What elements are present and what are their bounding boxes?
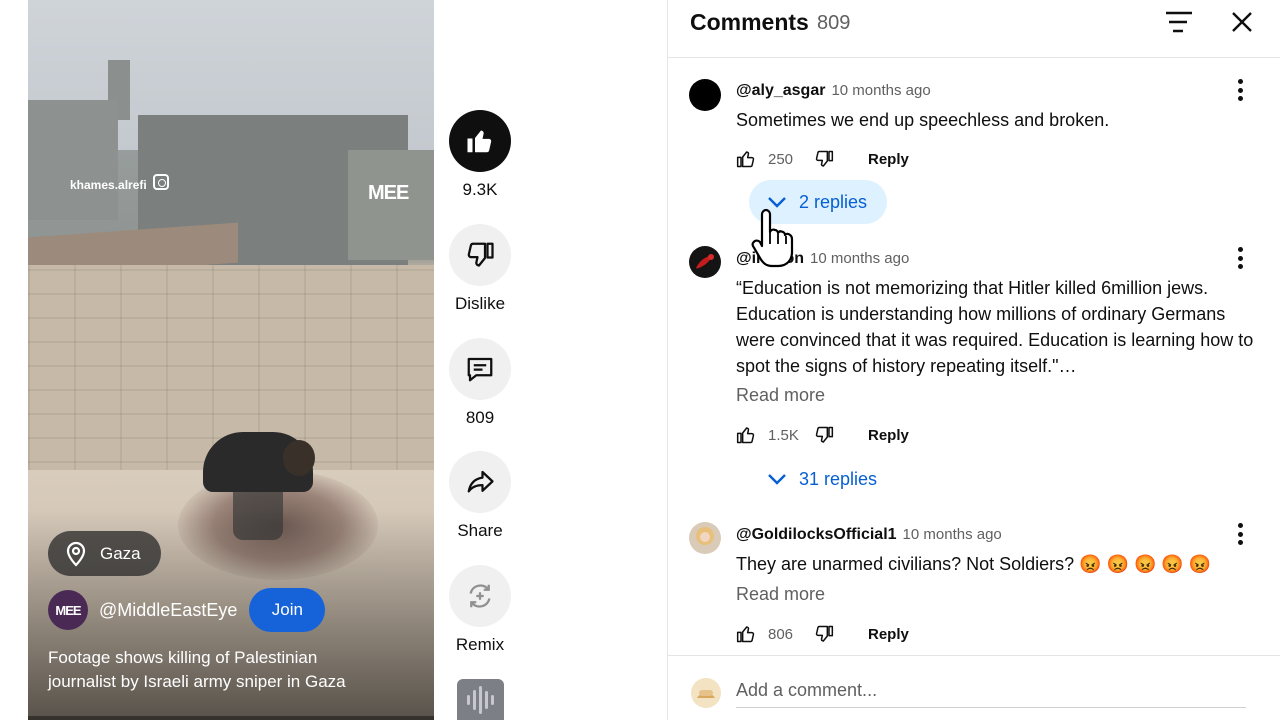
- add-comment-input[interactable]: Add a comment...: [736, 680, 1246, 708]
- channel-name[interactable]: @MiddleEastEye: [99, 600, 237, 621]
- sound-wave-icon: [473, 689, 476, 710]
- progress-bar[interactable]: [28, 716, 434, 720]
- channel-avatar[interactable]: MEE: [48, 590, 88, 630]
- comment-timestamp[interactable]: 10 months ago: [903, 526, 1002, 543]
- user-avatar[interactable]: [691, 678, 721, 708]
- remix-icon: [469, 584, 491, 608]
- replies-count-label: 2 replies: [799, 191, 868, 212]
- sound-wave-icon: [479, 685, 482, 714]
- comment-text-line: “Education is not memorizing that Hitler…: [736, 278, 1209, 298]
- join-button[interactable]: Join: [249, 588, 326, 632]
- video-title-line: journalist by Israeli army sniper in Gaz…: [48, 672, 346, 691]
- thumbs-up-icon[interactable]: [736, 425, 756, 445]
- comment-text-line: spot the signs of history repeating itse…: [736, 356, 1077, 376]
- video-title[interactable]: Footage shows killing of Palestinian jou…: [48, 646, 388, 694]
- comments-button[interactable]: [449, 338, 511, 400]
- video-frame-building: [28, 100, 118, 220]
- video-player[interactable]: khames.alrefi MEE Gaza MEE @MiddleEastEy…: [28, 0, 434, 720]
- thumbs-up-icon: [467, 130, 492, 153]
- dislike-button[interactable]: [449, 224, 511, 286]
- instagram-icon: [153, 174, 169, 190]
- thumbs-down-icon[interactable]: [814, 624, 834, 644]
- comment-actions: 250 Reply: [736, 147, 909, 171]
- comment-timestamp[interactable]: 10 months ago: [810, 250, 909, 267]
- comment-actions: 806 Reply: [736, 622, 909, 646]
- share-arrow-icon: [467, 470, 494, 493]
- comment-avatar[interactable]: [689, 522, 721, 554]
- comment-author[interactable]: @GoldilocksOfficial1: [736, 526, 897, 543]
- comment-meta: @aly_asgar 10 months ago: [736, 82, 931, 100]
- close-icon[interactable]: [1229, 9, 1255, 35]
- reply-button[interactable]: Reply: [868, 151, 909, 168]
- dislike-label: Dislike: [454, 294, 506, 313]
- comments-title: Comments: [690, 9, 809, 35]
- comment-avatar[interactable]: [689, 246, 721, 278]
- remix-label: Remix: [455, 635, 505, 654]
- comment-like-count: 806: [768, 625, 794, 643]
- comment-author[interactable]: @aly_asgar: [736, 82, 825, 99]
- comments-panel: Comments 809 @aly_asgar 10 months ago Som…: [667, 0, 1280, 720]
- comment-actions: 1.5K Reply: [736, 423, 909, 447]
- thumbs-down-icon[interactable]: [814, 149, 834, 169]
- dislike-action: Dislike: [440, 224, 520, 314]
- comments-count: 809: [465, 408, 495, 427]
- thumbs-down-icon: [467, 242, 494, 267]
- video-frame-building: [348, 150, 434, 260]
- comment-text-line: Education is understanding how millions …: [736, 304, 1226, 324]
- comment-text-line: They are unarmed civilians? Not Soldiers…: [736, 554, 1212, 574]
- sound-wave-icon: [467, 694, 470, 705]
- sort-icon[interactable]: [1164, 9, 1194, 35]
- like-count: 9.3K: [462, 180, 498, 199]
- like-button[interactable]: [449, 110, 511, 172]
- comment-icon: [467, 357, 493, 382]
- comment-meta: @GoldilocksOfficial1 10 months ago: [736, 526, 1002, 544]
- comment-like-count: 250: [768, 150, 794, 168]
- location-pin-icon: [62, 540, 90, 568]
- video-frame-person-head: [283, 440, 315, 476]
- sound-wave-icon: [491, 694, 494, 705]
- comment-timestamp[interactable]: 10 months ago: [831, 82, 930, 99]
- comments-count-header: 809: [817, 12, 851, 34]
- comment-more-menu-icon[interactable]: [1236, 523, 1244, 545]
- view-replies-button[interactable]: 31 replies: [749, 457, 897, 501]
- like-action: 9.3K: [440, 110, 520, 200]
- reply-button[interactable]: Reply: [868, 626, 909, 643]
- video-title-line: Footage shows killing of Palestinian: [48, 648, 318, 667]
- comment-like-count: 1.5K: [768, 426, 799, 444]
- comments-action: 809: [440, 338, 520, 428]
- chevron-down-icon: [768, 474, 786, 485]
- comment-more-menu-icon[interactable]: [1236, 247, 1244, 269]
- comment-text-line: Sometimes we end up speechless and broke…: [736, 110, 1110, 130]
- read-more-link[interactable]: Read more: [736, 385, 825, 406]
- reply-button[interactable]: Reply: [868, 427, 909, 444]
- location-label: Gaza: [100, 543, 141, 563]
- share-action: Share: [440, 451, 520, 541]
- thumbs-up-icon[interactable]: [736, 149, 756, 169]
- share-label: Share: [457, 521, 503, 540]
- comment-text-line: were convinced that it was required. Edu…: [736, 330, 1254, 350]
- hand-pointer-cursor-icon: [751, 208, 794, 268]
- comment-text: “Education is not memorizing that Hitler…: [736, 275, 1266, 379]
- replies-count-label: 31 replies: [799, 468, 878, 489]
- comment-avatar[interactable]: [689, 79, 721, 111]
- share-button[interactable]: [449, 451, 511, 513]
- remix-button[interactable]: [449, 565, 511, 627]
- sound-thumbnail[interactable]: [457, 679, 504, 720]
- watermark-username: khames.alrefi: [70, 178, 147, 192]
- sound-wave-icon: [485, 690, 488, 709]
- comment-more-menu-icon[interactable]: [1236, 79, 1244, 101]
- comment-text: They are unarmed civilians? Not Soldiers…: [736, 551, 1266, 577]
- read-more-link[interactable]: Read more: [736, 584, 825, 605]
- comment-text: Sometimes we end up speechless and broke…: [736, 107, 1266, 133]
- channel-row: MEE @MiddleEastEye Join: [48, 588, 326, 632]
- add-comment-bar: Add a comment...: [668, 655, 1280, 721]
- thumbs-up-icon[interactable]: [736, 624, 756, 644]
- location-chip[interactable]: Gaza: [48, 531, 161, 576]
- comments-header: Comments 809: [668, 0, 1280, 58]
- remix-action: Remix: [440, 565, 520, 655]
- thumbs-down-icon[interactable]: [814, 425, 834, 445]
- watermark-logo: MEE: [368, 182, 409, 204]
